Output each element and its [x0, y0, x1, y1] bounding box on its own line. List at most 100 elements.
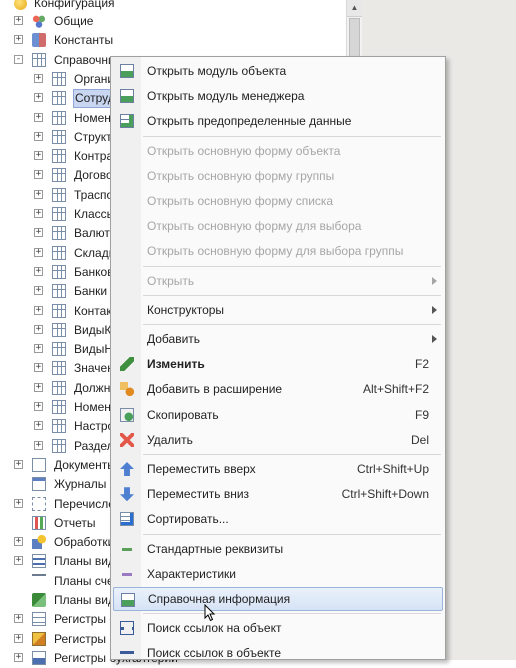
menu-item[interactable]: Поиск ссылок в объекте: [113, 641, 443, 665]
configuration-icon: [14, 0, 27, 10]
tree-item-label: Отчеты: [54, 515, 96, 530]
menu-item[interactable]: Открыть основную форму списка: [113, 189, 443, 213]
expand-icon[interactable]: +: [34, 440, 43, 450]
submenu-arrow-icon: [432, 276, 437, 285]
menu-item-label: Изменить: [147, 357, 205, 372]
help-info-icon: [121, 593, 135, 607]
menu-item-label: Удалить: [147, 432, 193, 447]
menu-item[interactable]: Переместить вниз Ctrl+Shift+Down: [113, 482, 443, 506]
expand-icon[interactable]: +: [34, 305, 43, 315]
expand-icon[interactable]: +: [34, 421, 43, 431]
expand-icon[interactable]: +: [34, 324, 43, 334]
expand-icon[interactable]: +: [34, 151, 43, 161]
menu-item[interactable]: Изменить F2: [113, 352, 443, 376]
menu-item-label: Открыть предопределенные данные: [147, 114, 352, 129]
expand-icon[interactable]: +: [34, 402, 43, 411]
menu-item-label: Открыть основную форму для выбора группы: [147, 244, 404, 259]
expand-icon[interactable]: +: [34, 131, 43, 141]
menu-item-label: Справочная информация: [148, 592, 291, 606]
expand-icon[interactable]: +: [34, 344, 43, 354]
menu-item[interactable]: Сортировать...: [113, 507, 443, 531]
table-icon: [52, 380, 66, 395]
arrow-down-icon: [120, 487, 134, 502]
journals-icon: [32, 477, 46, 492]
chart-types-icon: [32, 554, 46, 569]
menu-separator: [143, 613, 441, 615]
menu-item[interactable]: Скопировать F9: [113, 403, 443, 427]
menu-item[interactable]: Открыть основную форму объекта: [113, 139, 443, 163]
menu-item-shortcut: Alt+Shift+F2: [362, 382, 429, 397]
menu-item[interactable]: Удалить Del: [113, 428, 443, 452]
add-extension-icon: [120, 382, 134, 397]
menu-item-label: Открыть основную форму объекта: [147, 143, 341, 158]
table-icon: [52, 400, 66, 414]
menu-separator: [143, 533, 441, 535]
table-icon: [52, 419, 66, 434]
table-icon: [52, 168, 66, 183]
menu-item[interactable]: Добавить: [113, 327, 443, 351]
expand-icon[interactable]: +: [34, 228, 43, 238]
predefined-icon: [120, 114, 134, 129]
menu-item[interactable]: Добавить в расширение Alt+Shift+F2: [113, 377, 443, 401]
expand-icon[interactable]: +: [14, 35, 23, 45]
expand-icon[interactable]: +: [14, 459, 23, 469]
menu-item[interactable]: Поиск ссылок на объект: [113, 616, 443, 640]
table-icon: [52, 438, 66, 453]
delete-icon: [120, 432, 134, 447]
table-icon: [52, 361, 66, 376]
menu-item[interactable]: Открыть: [113, 269, 443, 293]
table-icon: [52, 71, 66, 86]
expand-icon[interactable]: +: [14, 633, 23, 643]
expand-icon[interactable]: +: [14, 614, 23, 624]
menu-item-label: Добавить в расширение: [147, 382, 283, 397]
pencil-icon: [120, 357, 134, 372]
tree-item-label: Общие: [54, 14, 94, 28]
expand-icon[interactable]: +: [34, 266, 43, 276]
menu-item[interactable]: Характеристики: [113, 562, 443, 586]
menu-item[interactable]: Переместить вверх Ctrl+Shift+Up: [113, 457, 443, 481]
menu-item-label: Характеристики: [147, 566, 236, 581]
expand-icon[interactable]: +: [34, 286, 43, 296]
expand-icon[interactable]: +: [14, 16, 23, 25]
menu-item[interactable]: Открыть модуль менеджера: [113, 84, 443, 108]
menu-item[interactable]: Конструкторы: [113, 298, 443, 322]
expand-icon[interactable]: +: [34, 363, 43, 373]
table-icon: [52, 110, 66, 125]
mouse-cursor-icon: [204, 604, 216, 622]
find-refs-icon: [120, 621, 134, 636]
calc-types-icon: [32, 593, 46, 607]
expand-icon[interactable]: +: [34, 209, 43, 218]
menu-item[interactable]: Открыть модуль объекта: [113, 59, 443, 83]
menu-item[interactable]: Открыть основную форму для выбора: [113, 214, 443, 238]
tree-item-label: Документы: [54, 457, 116, 472]
table-icon: [52, 264, 66, 279]
expand-icon[interactable]: +: [14, 498, 23, 508]
menu-item[interactable]: Открыть основную форму группы: [113, 164, 443, 188]
table-icon: [52, 284, 66, 299]
expand-icon[interactable]: +: [14, 556, 23, 566]
menu-item[interactable]: Открыть основную форму для выбора группы: [113, 239, 443, 263]
menu-separator: [143, 135, 441, 137]
expand-icon[interactable]: +: [34, 73, 43, 83]
processing-icon: [32, 535, 46, 550]
tree-item-label: Обработки: [54, 535, 115, 550]
scroll-up-arrow-icon[interactable]: ▲: [347, 0, 362, 17]
expand-icon[interactable]: +: [14, 652, 23, 662]
menu-item[interactable]: Справочная информация: [113, 587, 443, 611]
menu-item[interactable]: Стандартные реквизиты: [113, 537, 443, 561]
module-icon: [120, 64, 134, 78]
expand-icon[interactable]: +: [34, 247, 43, 257]
expand-icon[interactable]: +: [34, 93, 43, 103]
expand-icon[interactable]: +: [34, 189, 43, 199]
catalogs-icon: [32, 52, 46, 67]
expand-icon[interactable]: +: [34, 112, 43, 122]
expand-icon[interactable]: +: [34, 170, 43, 180]
menu-item[interactable]: Открыть предопределенные данные: [113, 109, 443, 133]
submenu-arrow-icon: [432, 305, 437, 314]
table-icon: [52, 342, 66, 357]
copy-icon: [120, 407, 134, 422]
context-menu[interactable]: Открыть модуль объекта Открыть модуль мен…: [110, 56, 446, 661]
expand-icon[interactable]: +: [14, 537, 23, 547]
collapse-icon[interactable]: -: [14, 54, 23, 64]
expand-icon[interactable]: +: [34, 382, 43, 392]
